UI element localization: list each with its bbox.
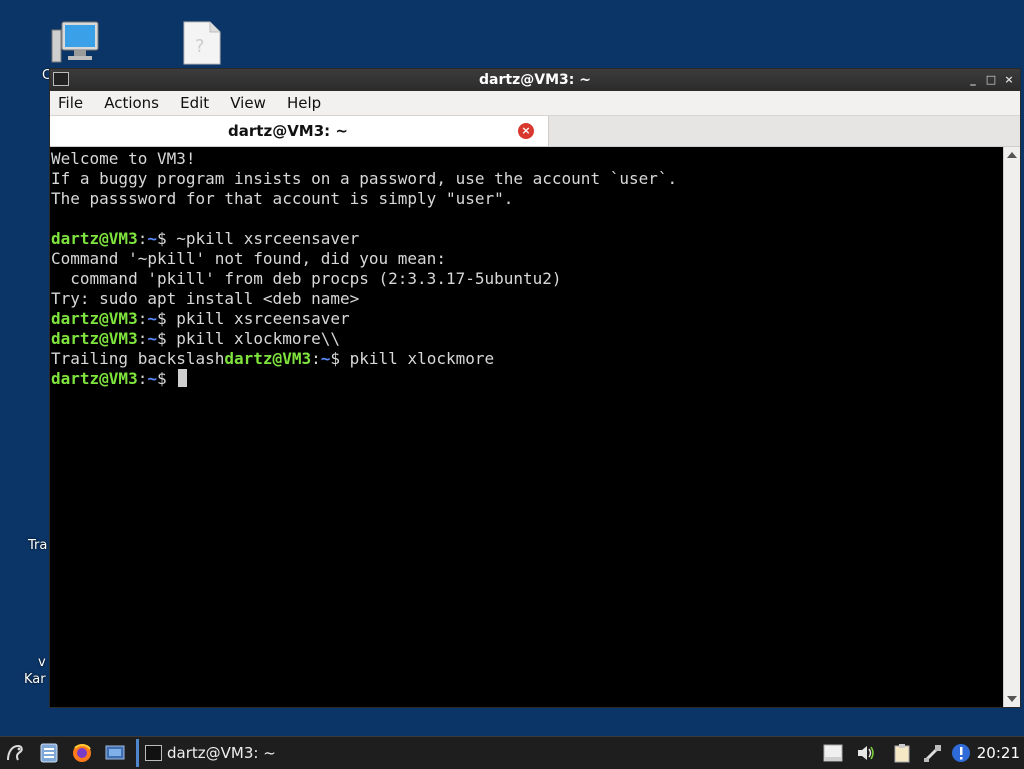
window-titlebar[interactable]: dartz@VM3: ~ _ □ × — [50, 69, 1020, 91]
scroll-down-icon[interactable] — [1007, 696, 1017, 702]
terminal-line: dartz@VM3:~$ — [51, 369, 1005, 389]
prompt-path: ~ — [320, 349, 331, 368]
updates-icon[interactable] — [950, 742, 972, 764]
terminal-output[interactable]: Welcome to VM3! If a buggy program insist… — [50, 147, 1005, 707]
desktop-item-label-2: Kar — [24, 672, 46, 687]
terminal-line: dartz@VM3:~$ pkill xsrceensaver — [51, 309, 1005, 329]
notes-icon[interactable] — [822, 742, 844, 764]
prompt-colon: : — [137, 369, 148, 388]
show-desktop-icon[interactable] — [104, 742, 126, 764]
terminal-app-icon — [53, 72, 69, 86]
close-window-icon[interactable]: × — [1002, 73, 1016, 87]
scrollbar[interactable] — [1003, 147, 1020, 707]
prompt-user: dartz@VM3 — [51, 309, 138, 328]
tab-bar: dartz@VM3: ~ × — [50, 116, 1020, 147]
terminal-line: Trailing backslashdartz@VM3:~$ pkill xlo… — [51, 349, 1005, 369]
close-tab-icon[interactable]: × — [518, 123, 534, 139]
prompt-dollar: $ — [330, 349, 341, 368]
prompt-path: ~ — [147, 229, 157, 248]
taskbar-terminal-label: dartz@VM3: ~ — [167, 744, 276, 762]
terminal-line: The passsword for that account is simply… — [51, 189, 514, 208]
terminal-task-icon — [145, 745, 162, 761]
clipboard-icon[interactable] — [891, 742, 913, 764]
prompt-user: dartz@VM3 — [51, 369, 138, 388]
prompt-colon: : — [137, 229, 148, 248]
menu-edit[interactable]: Edit — [172, 91, 217, 115]
document-icon[interactable]: ? — [182, 20, 222, 70]
desktop-item-label: v — [38, 655, 46, 670]
firefox-icon[interactable] — [71, 742, 93, 764]
file-manager-icon[interactable] — [38, 742, 60, 764]
terminal-line: dartz@VM3:~$ pkill xlockmore\\ — [51, 329, 1005, 349]
taskbar-terminal-button[interactable]: dartz@VM3: ~ — [136, 739, 406, 767]
terminal-command: pkill xlockmore\\ — [166, 329, 341, 348]
prompt-dollar: $ — [156, 329, 167, 348]
terminal-command: pkill xsrceensaver — [166, 309, 350, 328]
menu-help[interactable]: Help — [279, 91, 329, 115]
prompt-dollar: $ — [156, 309, 167, 328]
svg-text:?: ? — [195, 36, 205, 57]
prompt-path: ~ — [147, 369, 157, 388]
terminal-line: Try: sudo apt install <deb name> — [51, 289, 360, 308]
terminal-line: Welcome to VM3! — [51, 149, 196, 168]
terminal-output-text: Trailing backslash — [51, 349, 225, 368]
menu-actions[interactable]: Actions — [96, 91, 167, 115]
terminal-cursor — [178, 369, 188, 387]
minimize-icon[interactable]: _ — [966, 73, 980, 87]
window-title: dartz@VM3: ~ — [479, 72, 591, 88]
maximize-icon[interactable]: □ — [984, 73, 998, 87]
prompt-colon: : — [137, 309, 148, 328]
prompt-path: ~ — [147, 329, 157, 348]
prompt-dollar: $ — [156, 369, 167, 388]
prompt-user: dartz@VM3 — [224, 349, 312, 368]
prompt-path: ~ — [147, 309, 157, 328]
menubar: File Actions Edit View Help — [50, 91, 1020, 116]
tab-title: dartz@VM3: ~ — [228, 122, 348, 140]
scroll-up-icon[interactable] — [1007, 152, 1017, 158]
terminal-line: command 'pkill' from deb procps (2:3.3.1… — [51, 269, 562, 288]
prompt-colon: : — [311, 349, 321, 368]
computer-icon[interactable] — [50, 20, 100, 70]
menu-file[interactable]: File — [50, 91, 91, 115]
menu-view[interactable]: View — [222, 91, 274, 115]
clock[interactable]: 20:21 — [977, 737, 1020, 769]
terminal-command — [167, 369, 177, 388]
terminal-line: Command '~pkill' not found, did you mean… — [51, 249, 446, 268]
terminal-command: ~pkill xsrceensaver — [166, 229, 360, 248]
network-icon[interactable] — [922, 742, 944, 764]
tab-terminal[interactable]: dartz@VM3: ~ × — [50, 116, 549, 146]
prompt-user: dartz@VM3 — [51, 229, 138, 248]
trash-icon-label: Tra — [28, 538, 48, 553]
terminal-command: pkill xlockmore — [340, 349, 495, 368]
start-menu-icon[interactable] — [4, 742, 26, 764]
volume-icon[interactable] — [855, 742, 877, 764]
terminal-line: dartz@VM3:~$ ~pkill xsrceensaver — [51, 229, 1005, 249]
taskbar: dartz@VM3: ~ 20:21 — [0, 736, 1024, 769]
terminal-window: dartz@VM3: ~ _ □ × File Actions Edit Vie… — [49, 68, 1021, 708]
prompt-colon: : — [137, 329, 148, 348]
prompt-dollar: $ — [156, 229, 167, 248]
prompt-user: dartz@VM3 — [51, 329, 138, 348]
terminal-line: If a buggy program insists on a password… — [51, 169, 678, 188]
